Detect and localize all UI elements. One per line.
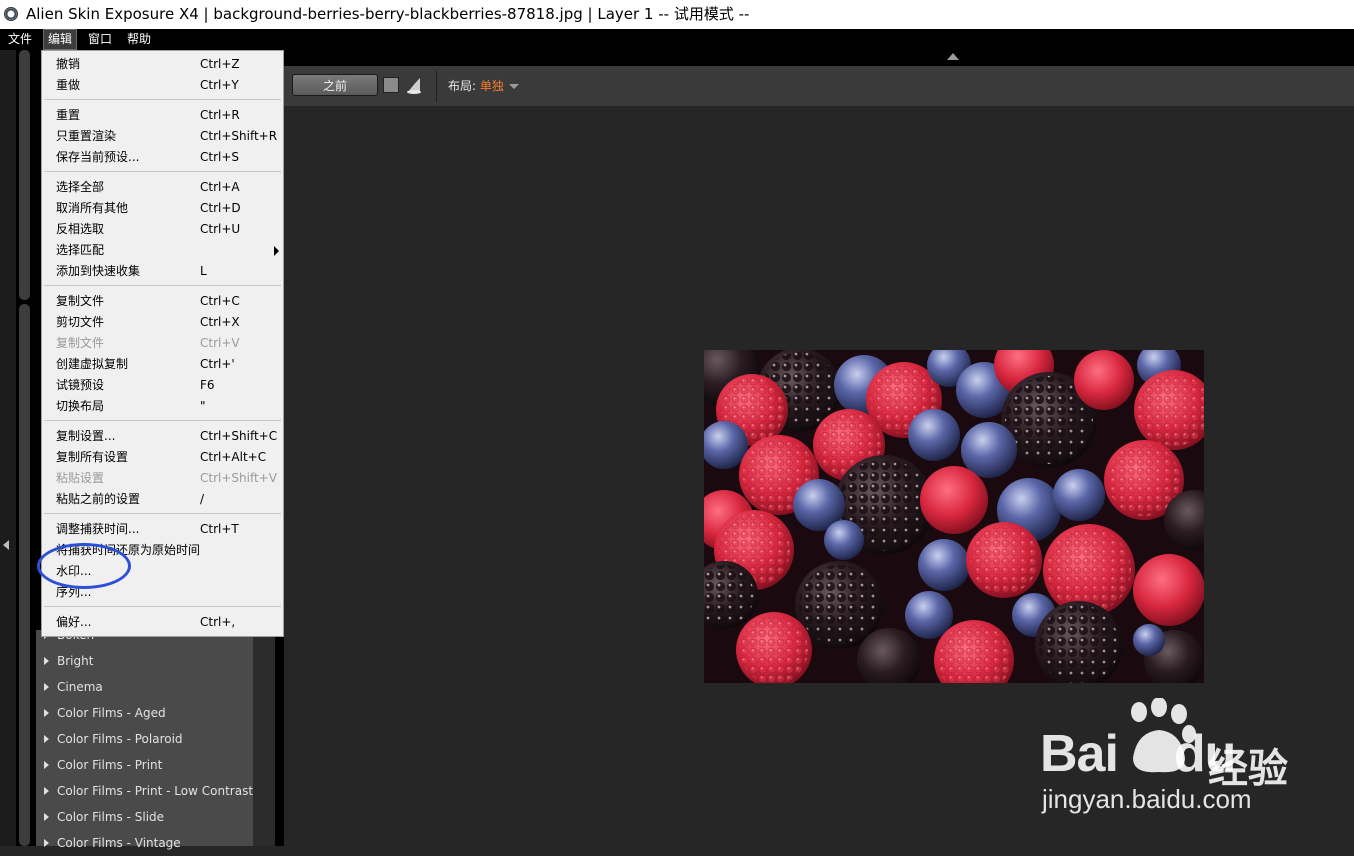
panel-scrollbar-bottom[interactable]: [19, 304, 30, 846]
menu-item-switch-layout[interactable]: 切换布局 ": [42, 396, 283, 417]
menu-item-copy-file[interactable]: 复制文件 Ctrl+C: [42, 291, 283, 312]
berries-photo[interactable]: [704, 350, 1204, 683]
title-bar: Alien Skin Exposure X4 | background-berr…: [0, 0, 1354, 29]
baidu-watermark-logo: Bai du 经验 jingyan.baidu.com: [1036, 696, 1336, 826]
menu-separator: [44, 99, 281, 100]
submenu-arrow-icon: [274, 246, 279, 256]
menu-file[interactable]: 文件: [4, 29, 36, 50]
expand-triangle-icon: [44, 708, 49, 717]
watermark-url: jingyan.baidu.com: [1042, 784, 1252, 814]
collapse-up-icon[interactable]: [947, 53, 959, 60]
menu-item-adjust-capture-time[interactable]: 调整捕获时间... Ctrl+T: [42, 519, 283, 540]
expand-triangle-icon: [44, 786, 49, 795]
menu-item-select-all[interactable]: 选择全部 Ctrl+A: [42, 177, 283, 198]
layout-value: 单独: [479, 79, 504, 93]
compare-square-icon[interactable]: [383, 77, 399, 93]
preset-item-color-films-print-low-contrast[interactable]: Color Films - Print - Low Contrast: [44, 778, 253, 804]
toolbar-divider: [436, 70, 437, 102]
menu-separator: [44, 171, 281, 172]
menu-item-deselect-others[interactable]: 取消所有其他 Ctrl+D: [42, 198, 283, 219]
menu-item-audition-preset[interactable]: 试镜预设 F6: [42, 375, 283, 396]
menu-item-paste-settings: 粘贴设置 Ctrl+Shift+V: [56, 471, 277, 485]
preset-item-color-films-polaroid[interactable]: Color Films - Polaroid: [44, 726, 183, 752]
layout-label: 布局:: [448, 79, 477, 93]
expand-triangle-icon: [44, 838, 49, 847]
preset-item-cinema[interactable]: Cinema: [44, 674, 103, 700]
preset-item-color-films-vintage[interactable]: Color Films - Vintage: [44, 830, 181, 856]
before-button[interactable]: 之前: [292, 74, 378, 96]
menu-item-add-to-quick-collection[interactable]: 添加到快速收集 L: [42, 261, 283, 282]
menu-item-reset-render[interactable]: 只重置渲染 Ctrl+Shift+R: [42, 126, 283, 147]
preset-item-color-films-slide[interactable]: Color Films - Slide: [44, 804, 164, 830]
expand-triangle-icon: [44, 812, 49, 821]
menu-window[interactable]: 窗口: [84, 29, 116, 50]
menu-item-virtual-copy[interactable]: 创建虚拟复制 Ctrl+': [42, 354, 283, 375]
preset-item-color-films-print[interactable]: Color Films - Print: [44, 752, 162, 778]
annotation-highlight-circle: [37, 543, 131, 589]
menu-item-select-matching[interactable]: 选择匹配: [42, 240, 283, 261]
left-panel-edge: [0, 50, 16, 846]
watermark-brand: Bai du: [1040, 725, 1236, 783]
menu-item-invert-selection[interactable]: 反相选取 Ctrl+U: [42, 219, 283, 240]
expand-triangle-icon: [44, 656, 49, 665]
menu-item-save-preset[interactable]: 保存当前预设... Ctrl+S: [42, 147, 283, 168]
menu-separator: [44, 285, 281, 286]
view-toolbar: 之前 布局: 单独: [284, 66, 1354, 107]
menu-item-copy-settings[interactable]: 复制设置... Ctrl+Shift+C: [42, 426, 283, 447]
menu-bar: 文件 编辑 窗口 帮助: [0, 29, 1354, 50]
app-logo-icon: [4, 7, 18, 21]
preset-item-bright[interactable]: Bright: [44, 648, 93, 674]
menu-separator: [44, 513, 281, 514]
expand-triangle-icon: [44, 682, 49, 691]
preset-list-scrollbar[interactable]: [253, 630, 275, 846]
expand-triangle-icon: [44, 734, 49, 743]
menu-item-copy-all-settings[interactable]: 复制所有设置 Ctrl+Alt+C: [42, 447, 283, 468]
collapse-left-icon[interactable]: [3, 540, 9, 550]
window-title: Alien Skin Exposure X4 | background-berr…: [26, 5, 750, 23]
menu-item-paste-file: 复制文件 Ctrl+V: [56, 336, 240, 350]
preset-item-color-films-aged[interactable]: Color Films - Aged: [44, 700, 166, 726]
menu-item-undo[interactable]: 撤销 Ctrl+Z: [42, 54, 283, 75]
panel-scrollbar-top[interactable]: [19, 50, 30, 300]
menu-item-preferences[interactable]: 偏好... Ctrl+,: [42, 612, 283, 633]
menu-separator: [44, 606, 281, 607]
preset-list: Bokeh Bright Cinema Color Films - Aged C…: [36, 628, 253, 850]
menu-item-paste-previous-settings[interactable]: 粘贴之前的设置 /: [42, 489, 283, 510]
menu-item-cut-file[interactable]: 剪切文件 Ctrl+X: [42, 312, 283, 333]
menu-separator: [44, 420, 281, 421]
layout-selector[interactable]: 布局: 单独: [448, 66, 519, 106]
split-view-icon[interactable]: [406, 76, 422, 94]
menu-edit[interactable]: 编辑: [43, 29, 78, 50]
menu-help[interactable]: 帮助: [123, 29, 155, 50]
chevron-down-icon: [508, 84, 519, 89]
menu-item-redo[interactable]: 重做 Ctrl+Y: [42, 75, 283, 96]
menu-item-reset[interactable]: 重置 Ctrl+R: [42, 105, 283, 126]
expand-triangle-icon: [44, 760, 49, 769]
